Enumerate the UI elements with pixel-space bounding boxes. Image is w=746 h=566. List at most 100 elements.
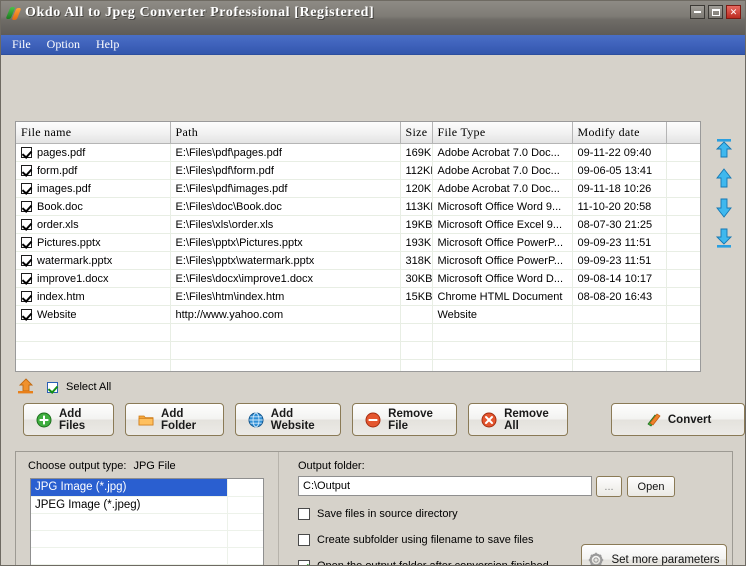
row-checkbox[interactable] bbox=[21, 291, 32, 302]
cell-file-name: index.htm bbox=[37, 290, 85, 303]
file-list-table[interactable]: File name Path Size File Type Modify dat… bbox=[15, 121, 701, 372]
create-subfolder-checkbox[interactable] bbox=[298, 534, 310, 546]
output-type-option-jpeg[interactable]: JPEG Image (*.jpeg) bbox=[31, 496, 228, 514]
upload-arrow-icon[interactable] bbox=[17, 378, 39, 396]
cell-size: 120KB bbox=[400, 179, 433, 198]
cell-path: E:\Files\pdf\images.pdf bbox=[170, 179, 401, 198]
list-item[interactable]: JPG Image (*.jpg) bbox=[31, 479, 263, 497]
list-item[interactable]: JPEG Image (*.jpeg) bbox=[31, 496, 263, 514]
output-folder-label: Output folder: bbox=[298, 460, 365, 472]
table-row[interactable]: Book.doc E:\Files\doc\Book.doc 113KB Mic… bbox=[16, 197, 700, 216]
row-checkbox[interactable] bbox=[21, 183, 32, 194]
row-checkbox[interactable] bbox=[21, 309, 32, 320]
cell-path: E:\Files\pptx\Pictures.pptx bbox=[170, 233, 401, 252]
move-up-icon[interactable] bbox=[713, 167, 735, 189]
table-row[interactable]: improve1.docx E:\Files\docx\improve1.doc… bbox=[16, 269, 700, 288]
convert-arrows-icon bbox=[645, 412, 661, 428]
column-header-file-name[interactable]: File name bbox=[16, 122, 171, 144]
cell-modify-date: 09-11-18 10:26 bbox=[572, 179, 667, 198]
cell-size: 193KB bbox=[400, 233, 433, 252]
cell-file-name: watermark.pptx bbox=[37, 254, 113, 267]
list-item-empty bbox=[31, 513, 263, 531]
cell-file-name: improve1.docx bbox=[37, 272, 109, 285]
window-controls: ✕ bbox=[690, 5, 741, 19]
column-header-size[interactable]: Size bbox=[400, 122, 433, 144]
column-header-file-type[interactable]: File Type bbox=[432, 122, 573, 144]
row-checkbox[interactable] bbox=[21, 201, 32, 212]
maximize-button[interactable] bbox=[708, 5, 723, 19]
add-website-button[interactable]: Add Website bbox=[234, 403, 342, 436]
set-more-parameters-button[interactable]: Set more parameters bbox=[581, 544, 727, 565]
add-folder-label: Add Folder bbox=[161, 407, 197, 432]
create-subfolder-label: Create subfolder using filename to save … bbox=[317, 534, 534, 546]
cell-path: E:\Files\doc\Book.doc bbox=[170, 197, 401, 216]
column-header-modify-date[interactable]: Modify date bbox=[572, 122, 667, 144]
row-checkbox[interactable] bbox=[21, 165, 32, 176]
convert-button[interactable]: Convert bbox=[611, 403, 745, 436]
table-row[interactable]: Pictures.pptx E:\Files\pptx\Pictures.ppt… bbox=[16, 233, 700, 252]
save-in-source-checkbox[interactable] bbox=[298, 508, 310, 520]
open-after-conversion-checkbox[interactable] bbox=[298, 560, 310, 565]
create-subfolder-row[interactable]: Create subfolder using filename to save … bbox=[298, 534, 533, 546]
table-row[interactable]: form.pdf E:\Files\pdf\form.pdf 112KB Ado… bbox=[16, 161, 700, 180]
row-checkbox[interactable] bbox=[21, 147, 32, 158]
cell-file-type: Microsoft Office PowerP... bbox=[432, 251, 573, 270]
cell-file-name: Website bbox=[37, 308, 77, 321]
column-header-path[interactable]: Path bbox=[170, 122, 401, 144]
cell-extra bbox=[666, 233, 700, 252]
minimize-button[interactable] bbox=[690, 5, 705, 19]
table-row-empty bbox=[16, 359, 700, 371]
add-folder-button[interactable]: Add Folder bbox=[125, 403, 224, 436]
move-to-top-icon[interactable] bbox=[713, 137, 735, 159]
cell-file-name: order.xls bbox=[37, 218, 79, 231]
cell-modify-date: 09-11-22 09:40 bbox=[572, 143, 667, 162]
output-settings-panel: Choose output type: JPG File JPG Image (*… bbox=[15, 451, 733, 565]
save-in-source-row[interactable]: Save files in source directory bbox=[298, 508, 458, 520]
table-row-empty bbox=[16, 323, 700, 342]
output-type-option-jpg[interactable]: JPG Image (*.jpg) bbox=[31, 479, 228, 497]
cell-file-name: images.pdf bbox=[37, 182, 91, 195]
move-to-bottom-icon[interactable] bbox=[713, 227, 735, 249]
column-header-extra[interactable] bbox=[666, 122, 700, 144]
menu-item-option[interactable]: Option bbox=[42, 36, 88, 54]
table-row[interactable]: pages.pdf E:\Files\pdf\pages.pdf 169KB A… bbox=[16, 143, 700, 162]
table-row[interactable]: watermark.pptx E:\Files\pptx\watermark.p… bbox=[16, 251, 700, 270]
table-row[interactable]: images.pdf E:\Files\pdf\images.pdf 120KB… bbox=[16, 179, 700, 198]
row-checkbox[interactable] bbox=[21, 255, 32, 266]
table-row[interactable]: index.htm E:\Files\htm\index.htm 15KB Ch… bbox=[16, 287, 700, 306]
table-row[interactable]: Website http://www.yahoo.com Website bbox=[16, 305, 700, 324]
row-checkbox[interactable] bbox=[21, 273, 32, 284]
output-type-list[interactable]: JPG Image (*.jpg) JPEG Image (*.jpeg) bbox=[30, 478, 264, 565]
open-folder-button[interactable]: Open bbox=[627, 476, 675, 497]
row-checkbox[interactable] bbox=[21, 219, 32, 230]
move-down-icon[interactable] bbox=[713, 197, 735, 219]
menu-item-file[interactable]: File bbox=[7, 36, 39, 54]
table-header-row: File name Path Size File Type Modify dat… bbox=[16, 122, 700, 144]
add-files-button[interactable]: Add Files bbox=[23, 403, 115, 436]
cell-path: E:\Files\xls\order.xls bbox=[170, 215, 401, 234]
cell-modify-date: 08-07-30 21:25 bbox=[572, 215, 667, 234]
cell-file-name: Pictures.pptx bbox=[37, 236, 101, 249]
cell-path: http://www.yahoo.com bbox=[170, 305, 401, 324]
remove-all-button[interactable]: Remove All bbox=[468, 403, 569, 436]
application-window: Okdo All to Jpeg Converter Professional … bbox=[0, 0, 746, 566]
select-all-label: Select All bbox=[66, 381, 112, 393]
cell-extra bbox=[666, 161, 700, 180]
cell-path: E:\Files\pdf\pages.pdf bbox=[170, 143, 401, 162]
action-toolbar: Add Files Add Folder Add Website Remove … bbox=[23, 403, 745, 436]
row-checkbox[interactable] bbox=[21, 237, 32, 248]
close-button[interactable]: ✕ bbox=[726, 5, 741, 19]
save-in-source-label: Save files in source directory bbox=[317, 508, 458, 520]
cell-extra bbox=[666, 179, 700, 198]
cell-modify-date: 08-08-20 16:43 bbox=[572, 287, 667, 306]
cell-file-type: Microsoft Office Excel 9... bbox=[432, 215, 573, 234]
output-folder-input[interactable] bbox=[298, 476, 592, 496]
cell-size: 113KB bbox=[400, 197, 433, 216]
open-after-conversion-row[interactable]: Open the output folder after conversion … bbox=[298, 560, 549, 565]
menu-item-help[interactable]: Help bbox=[91, 36, 127, 54]
select-all-checkbox[interactable] bbox=[47, 381, 58, 393]
table-row[interactable]: order.xls E:\Files\xls\order.xls 19KB Mi… bbox=[16, 215, 700, 234]
table-row-empty bbox=[16, 341, 700, 360]
remove-file-button[interactable]: Remove File bbox=[352, 403, 458, 436]
browse-folder-button[interactable]: ... bbox=[596, 476, 622, 497]
